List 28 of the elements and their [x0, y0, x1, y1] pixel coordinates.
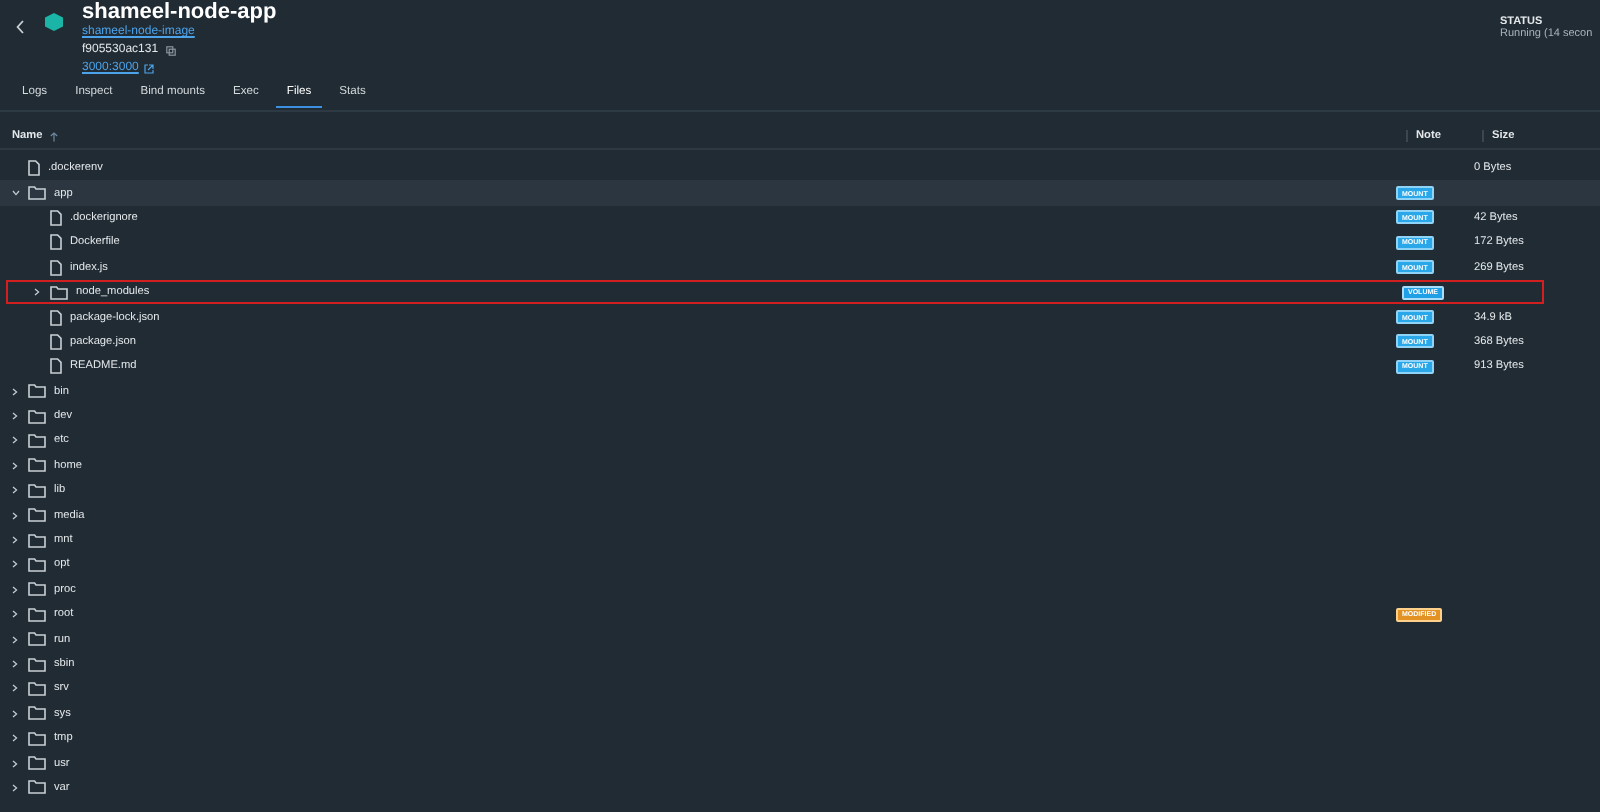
caret-right-icon[interactable] [34, 288, 40, 297]
caret-right-icon[interactable] [12, 412, 18, 421]
file-icon [28, 160, 40, 177]
caret-right-icon[interactable] [12, 734, 18, 743]
folder-icon [28, 186, 46, 201]
caret-right-icon[interactable] [12, 461, 18, 470]
caret-right-icon[interactable] [12, 759, 18, 768]
back-icon[interactable] [16, 20, 24, 34]
copy-icon[interactable] [166, 46, 177, 56]
caret-right-icon[interactable] [12, 783, 18, 792]
caret-right-icon[interactable] [12, 684, 18, 693]
caret-right-icon[interactable] [12, 560, 18, 569]
caret-right-icon[interactable] [12, 610, 18, 619]
caret-right-icon[interactable] [12, 660, 18, 668]
caret-right-icon[interactable] [12, 536, 18, 545]
external-link-icon[interactable] [144, 64, 155, 74]
caret-right-icon[interactable] [12, 436, 18, 445]
caret-right-icon[interactable] [12, 486, 18, 495]
caret-down-icon[interactable] [12, 190, 20, 197]
cube-icon [44, 12, 64, 32]
caret-right-icon[interactable] [12, 511, 18, 520]
folder-icon [50, 285, 68, 300]
container-title: shameel-node-app [82, 0, 277, 24]
caret-right-icon[interactable] [12, 709, 18, 718]
caret-right-icon[interactable] [12, 635, 18, 644]
sort-up-icon[interactable] [50, 131, 59, 141]
caret-right-icon[interactable] [12, 387, 18, 396]
caret-right-icon[interactable] [12, 585, 18, 594]
